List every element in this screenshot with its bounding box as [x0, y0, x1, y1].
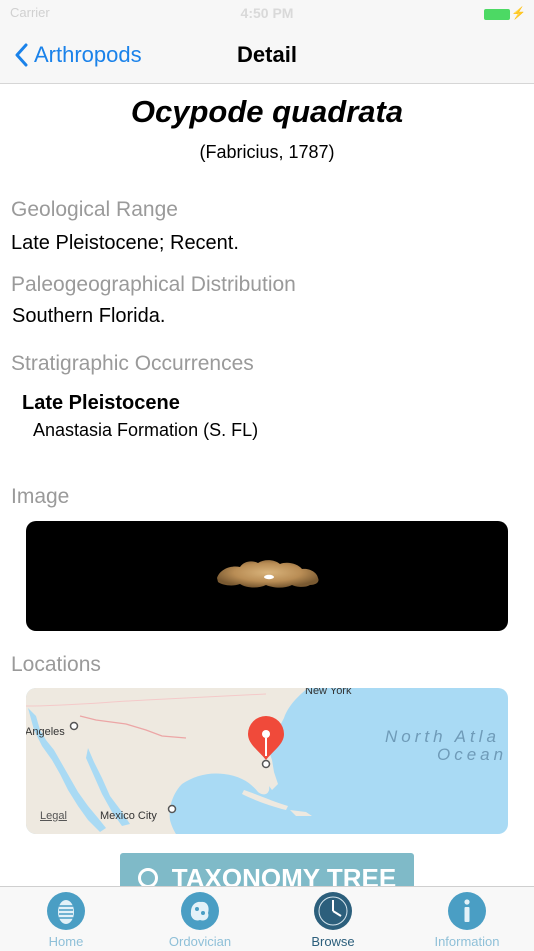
tab-information-label: Information — [434, 934, 500, 949]
tree-icon — [137, 868, 158, 886]
species-authority: (Fabricius, 1787) — [199, 142, 335, 162]
coral-icon — [181, 892, 219, 930]
taxonomy-tree-label: TAXONOMY TREE — [171, 862, 397, 887]
map-label-ocean-1: North Atla — [385, 727, 500, 746]
tab-home[interactable]: Home — [6, 887, 126, 951]
taxonomy-tree-button[interactable]: TAXONOMY TREE — [120, 853, 414, 886]
locations-map[interactable]: New York Angeles North Atla Ocean Mexico… — [26, 688, 508, 834]
map-legal-link[interactable]: Legal — [40, 810, 67, 822]
fossil-image[interactable] — [26, 521, 508, 631]
distribution-value: Southern Florida. — [12, 305, 166, 327]
charging-icon: ⚡ — [511, 6, 526, 20]
tab-home-label: Home — [48, 934, 84, 949]
stratigraphic-age: Late Pleistocene — [22, 392, 180, 414]
map-label-ocean-2: Ocean — [437, 745, 508, 764]
page-title: Detail — [237, 42, 297, 67]
info-icon — [448, 892, 486, 930]
clock-icon — [314, 892, 352, 930]
detail-content[interactable]: Ocypode quadrata (Fabricius, 1787) Geolo… — [0, 84, 534, 886]
status-time: 4:50 PM — [240, 5, 294, 21]
tab-bar: Home Ordovician Browse Information — [0, 886, 534, 951]
tab-ordovician-label: Ordovician — [168, 934, 232, 949]
trilobite-icon — [47, 892, 85, 930]
tab-browse-label: Browse — [311, 934, 355, 949]
locations-label: Locations — [11, 653, 101, 676]
map-view — [26, 688, 312, 834]
status-bar: Carrier 4:50 PM ⚡ — [0, 0, 534, 28]
map-label-angeles: Angeles — [26, 726, 65, 738]
stratigraphic-formation: Anastasia Formation (S. FL) — [33, 420, 259, 440]
tab-information[interactable]: Information — [407, 887, 527, 951]
stratigraphic-label: Stratigraphic Occurrences — [11, 352, 254, 375]
distribution-label: Paleogeographical Distribution — [11, 273, 296, 296]
geological-range-value: Late Pleistocene; Recent. — [11, 232, 239, 254]
navigation-bar: Arthropods Detail — [0, 28, 534, 84]
species-name: Ocypode quadrata — [130, 94, 404, 129]
map-label-new-york: New York — [305, 688, 352, 697]
geological-range-label: Geological Range — [11, 198, 178, 221]
battery-icon — [484, 9, 510, 20]
tab-ordovician[interactable]: Ordovician — [140, 887, 260, 951]
crab-fossil-image — [217, 560, 319, 588]
image-label: Image — [11, 485, 70, 508]
tab-browse[interactable]: Browse — [273, 887, 393, 951]
map-label-mexico-city: Mexico City — [100, 810, 157, 822]
